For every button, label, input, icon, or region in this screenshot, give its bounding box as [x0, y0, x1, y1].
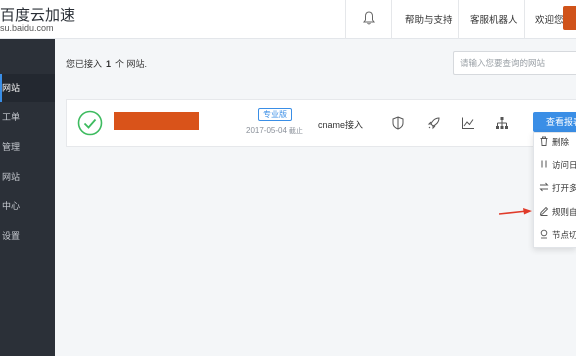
- avatar[interactable]: [563, 6, 576, 30]
- switch-icon: [539, 182, 549, 192]
- plan-badge: 专业版: [258, 108, 292, 121]
- top-header: 百度云加速 su.baidu.com 帮助与支持 客服机器人 欢迎您,: [0, 0, 576, 39]
- help-support-link[interactable]: 帮助与支持: [405, 12, 453, 26]
- menu-item-node-switch[interactable]: 节点切换: [539, 228, 576, 242]
- expiry-date: 2017-05-04 截止: [246, 126, 303, 136]
- header-divider: [345, 0, 346, 39]
- search-input[interactable]: [453, 51, 576, 75]
- menu-item-access-log[interactable]: 访问日志: [539, 158, 576, 172]
- pause-icon: [541, 160, 547, 168]
- sidebar-item-sites[interactable]: 网站: [0, 74, 55, 102]
- summary-suffix: 个 网站.: [115, 59, 148, 69]
- sitemap-icon[interactable]: [495, 116, 509, 130]
- chart-icon[interactable]: [461, 116, 475, 130]
- sidebar-item-settings[interactable]: 设置: [0, 222, 55, 250]
- status-ok-icon: [77, 110, 103, 136]
- node-icon: [540, 229, 548, 239]
- sidebar-item-manage[interactable]: 管理: [0, 133, 55, 161]
- sidebar-item-site[interactable]: 网站: [0, 163, 55, 191]
- header-divider: [458, 0, 459, 39]
- expiry-suffix: 截止: [288, 128, 303, 135]
- access-type: cname接入: [318, 120, 364, 130]
- header-divider: [391, 0, 392, 39]
- menu-item-label: 规则自定义: [552, 207, 576, 217]
- sidebar-item-tickets[interactable]: 工单: [0, 103, 55, 131]
- site-count: 1: [106, 59, 112, 69]
- expiry-date-value: 2017-05-04: [246, 126, 287, 135]
- menu-item-label: 删除: [552, 137, 570, 147]
- site-summary: 您已接入 1 个 网站.: [66, 57, 147, 70]
- logo-subtitle: su.baidu.com: [0, 23, 54, 33]
- service-bot-link[interactable]: 客服机器人: [470, 12, 518, 26]
- pencil-icon: [539, 206, 549, 216]
- welcome-text: 欢迎您,: [535, 15, 567, 26]
- annotation-arrow-icon: [499, 208, 532, 215]
- menu-item-open-multi[interactable]: 打开多语言: [539, 181, 576, 195]
- logo-title: 百度云加速: [0, 6, 76, 24]
- menu-item-label: 访问日志: [552, 160, 576, 170]
- rocket-icon[interactable]: [427, 116, 441, 130]
- bell-icon[interactable]: [362, 10, 376, 26]
- menu-item-label: 打开多语言: [552, 183, 576, 193]
- redacted-domain[interactable]: [114, 112, 199, 130]
- shield-icon[interactable]: [391, 116, 405, 130]
- trash-icon: [540, 136, 548, 146]
- brand-logo[interactable]: 百度云加速 su.baidu.com: [0, 4, 75, 34]
- menu-item-delete[interactable]: 删除: [539, 135, 576, 149]
- view-report-button[interactable]: 查看报表: [533, 112, 576, 132]
- menu-item-label: 节点切换: [552, 230, 576, 240]
- sidebar: 网站 工单 管理 网站 中心 设置: [0, 39, 55, 356]
- header-divider: [524, 0, 525, 39]
- menu-item-custom-rules[interactable]: 规则自定义: [539, 205, 576, 219]
- sidebar-item-center[interactable]: 中心: [0, 192, 55, 220]
- summary-prefix: 您已接入: [66, 59, 103, 69]
